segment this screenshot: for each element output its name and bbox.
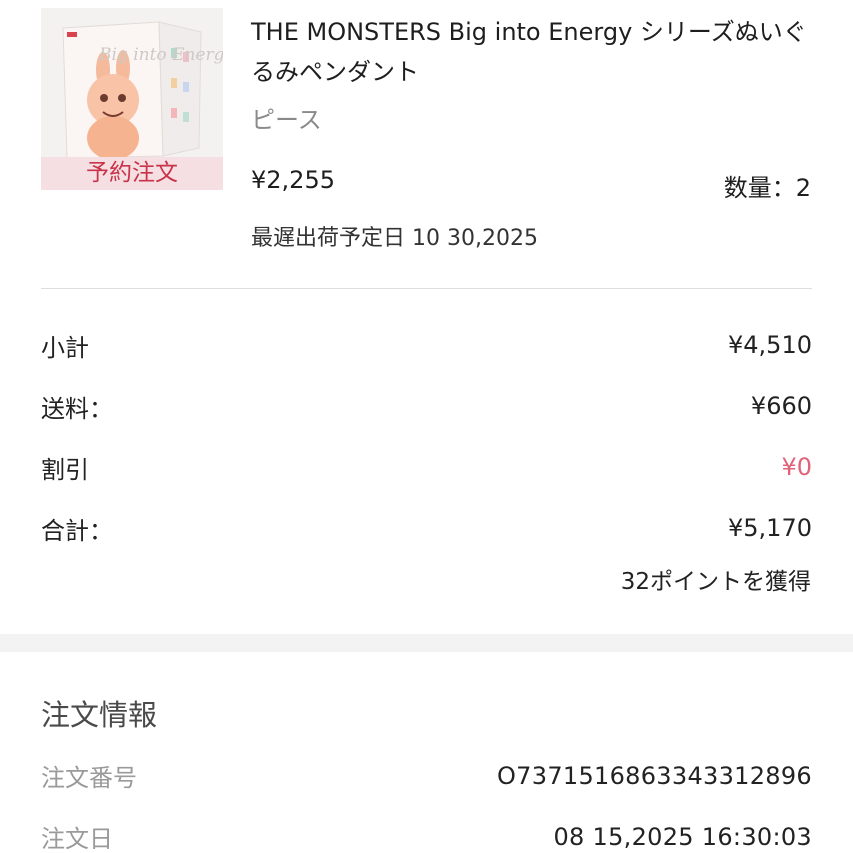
preorder-badge: 予約注文 — [41, 157, 223, 190]
total-row: 合計： ¥5,170 — [41, 508, 812, 548]
shipping-value: ¥660 — [750, 392, 812, 420]
order-number-value[interactable]: O7371516863343312896 — [497, 762, 812, 790]
order-detail-page: Big into Energy 予約注文 THE MONSTERS Big in… — [0, 0, 853, 853]
shipping-label: 送料： — [41, 394, 113, 423]
latest-ship-date: 最遅出荷予定日 10 30,2025 — [251, 226, 538, 251]
unit-price: ¥2,255 — [251, 166, 335, 194]
order-date-value: 08 15,2025 16:30:03 — [553, 822, 812, 851]
subtotal-label: 小計 — [41, 333, 89, 362]
points-earned: 32ポイントを獲得 — [620, 569, 811, 595]
box-logo-text: Big into Energy — [98, 45, 223, 65]
product-title[interactable]: THE MONSTERS Big into Energy シリーズぬいぐるみペン… — [251, 12, 821, 92]
order-date-label: 注文日 — [41, 825, 113, 853]
section-divider — [41, 288, 812, 289]
discount-label: 割引 — [41, 455, 89, 484]
order-info-heading: 注文情報 — [41, 698, 158, 732]
product-thumbnail[interactable]: Big into Energy 予約注文 — [41, 8, 223, 190]
discount-value: ¥0 — [781, 453, 812, 481]
product-box-image: Big into Energy — [41, 8, 223, 158]
total-label: 合計： — [41, 516, 113, 545]
product-card[interactable]: Big into Energy 予約注文 THE MONSTERS Big in… — [0, 0, 853, 290]
shipping-row: 送料： ¥660 — [41, 386, 812, 426]
section-separator-band — [0, 634, 853, 652]
order-number-row: 注文番号 O7371516863343312896 — [41, 758, 812, 793]
discount-row: 割引 ¥0 — [41, 447, 812, 487]
subtotal-value: ¥4,510 — [728, 331, 812, 359]
subtotal-row: 小計 ¥4,510 — [41, 325, 812, 365]
order-number-label: 注文番号 — [41, 764, 137, 792]
order-date-row: 注文日 08 15,2025 16:30:03 — [41, 819, 812, 853]
quantity-label: 数量：2 — [723, 174, 811, 202]
total-value: ¥5,170 — [728, 514, 812, 542]
product-variant: ピース — [251, 106, 322, 134]
